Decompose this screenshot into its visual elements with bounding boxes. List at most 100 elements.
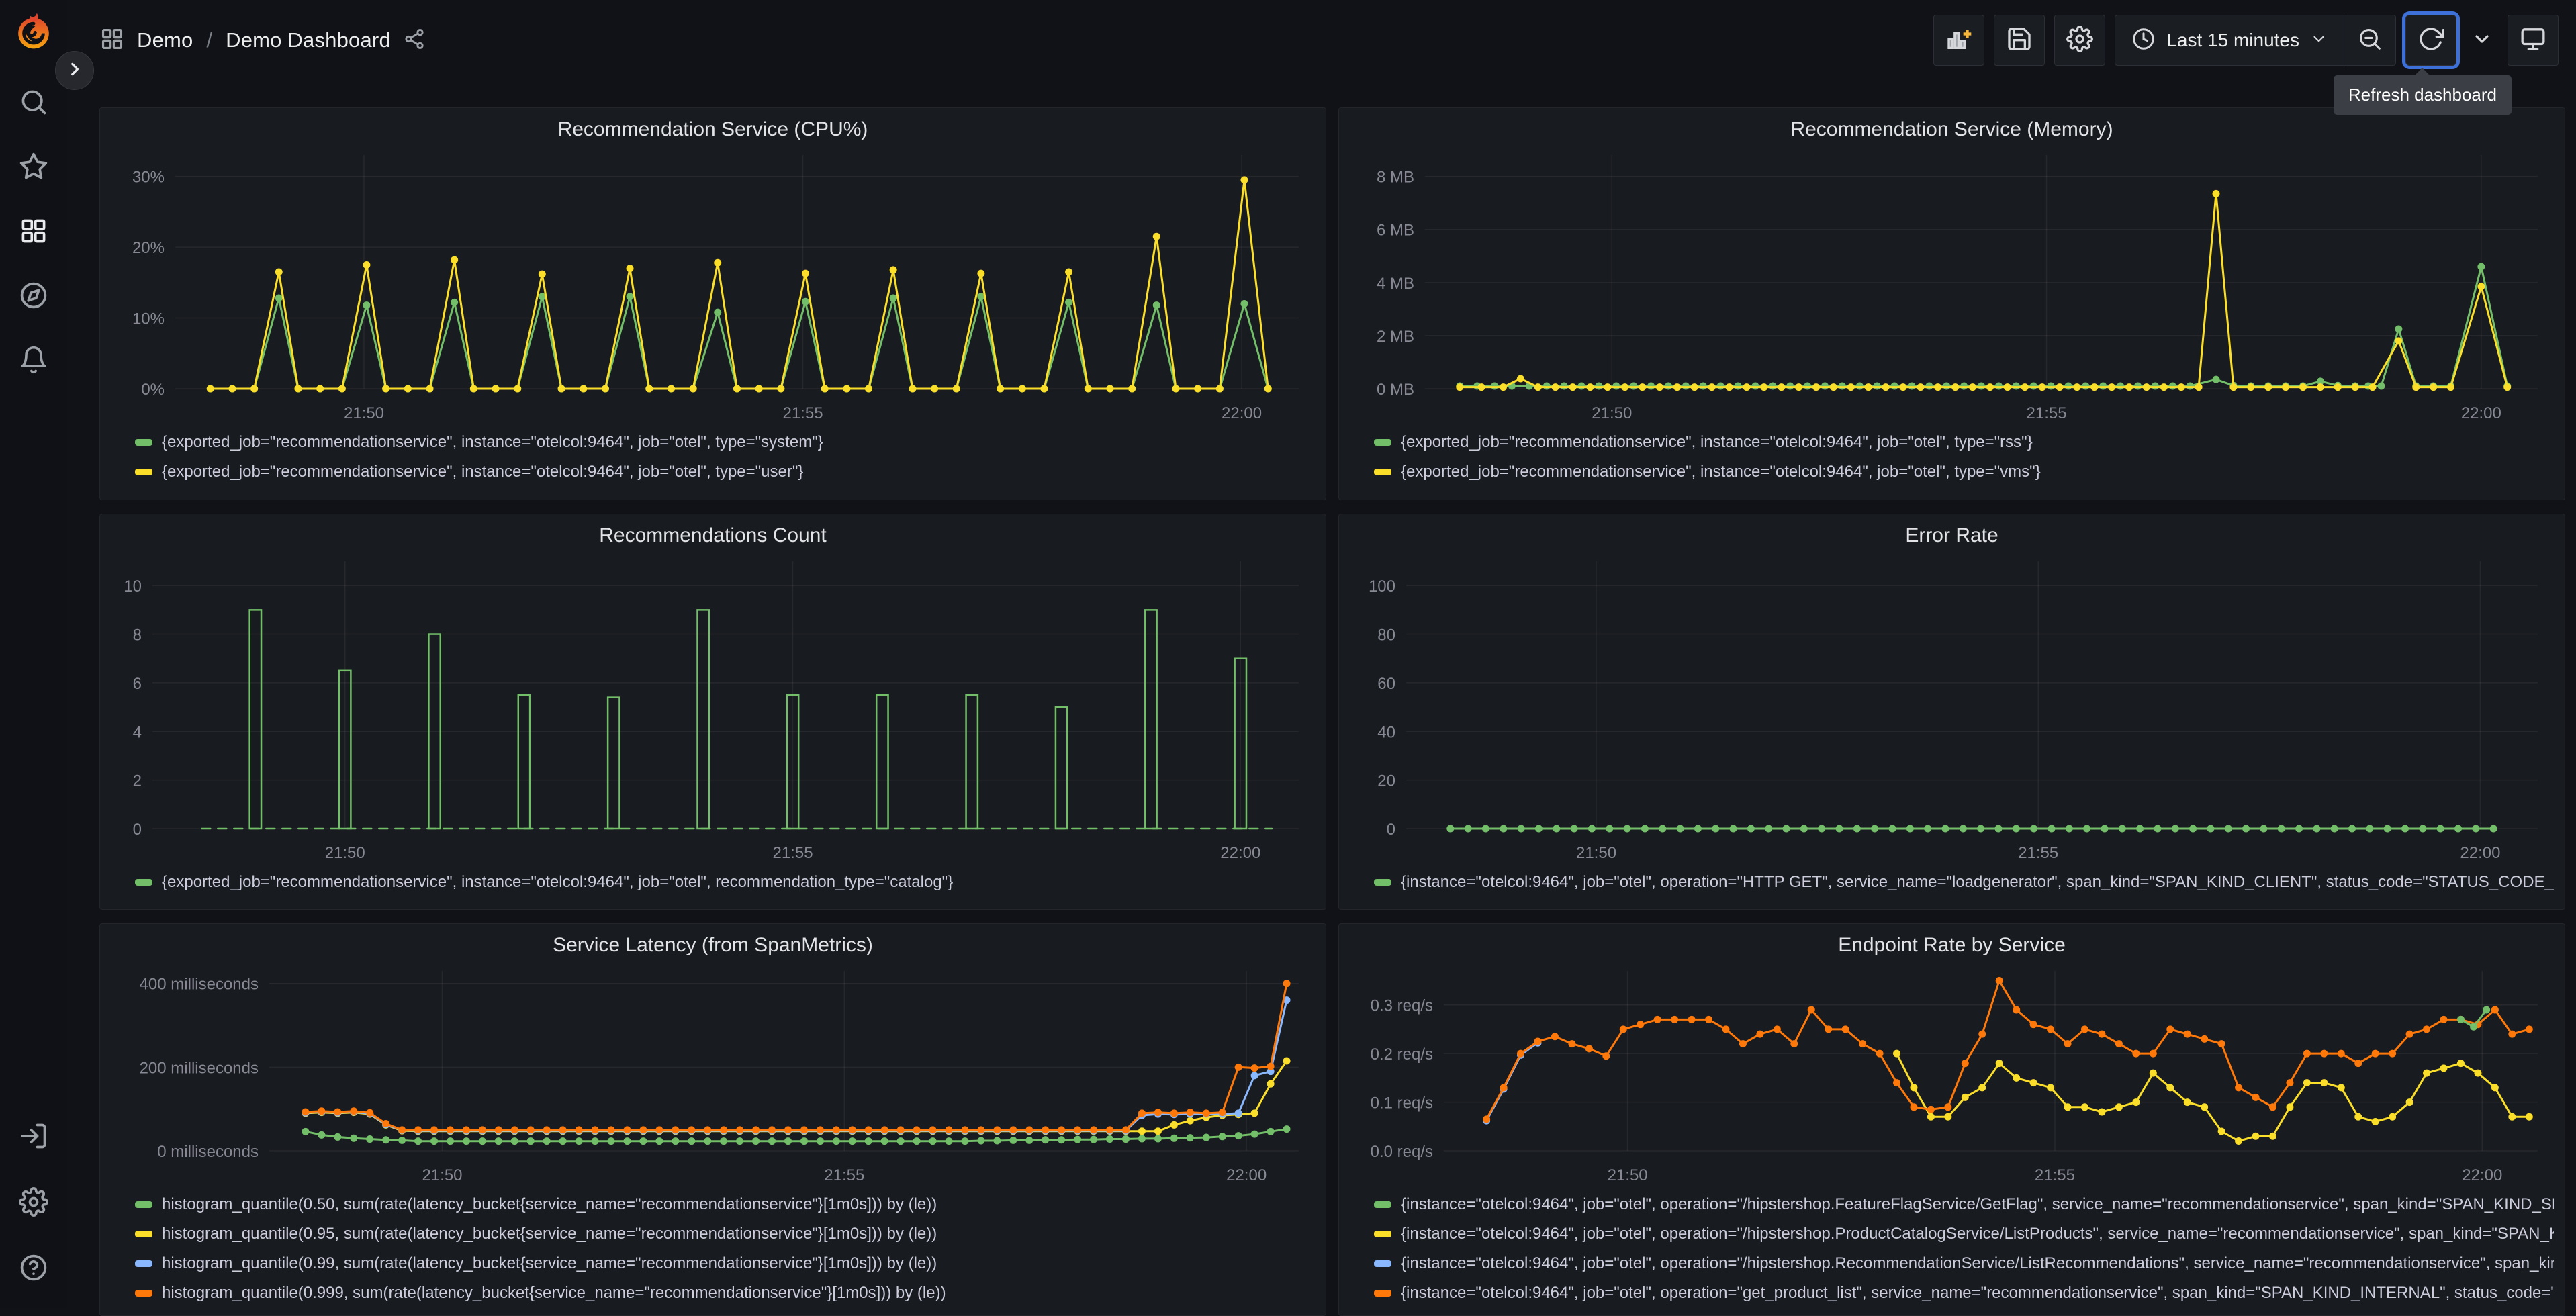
svg-text:2: 2 bbox=[133, 772, 142, 790]
svg-text:4: 4 bbox=[133, 723, 142, 741]
legend-label: {instance="otelcol:9464", job="otel", op… bbox=[1401, 1284, 2554, 1302]
time-range-picker[interactable]: Last 15 minutes bbox=[2115, 15, 2344, 65]
add-panel-button[interactable] bbox=[1933, 15, 1985, 66]
svg-text:21:55: 21:55 bbox=[772, 844, 813, 862]
sidebar-item-search[interactable] bbox=[12, 82, 55, 125]
svg-text:22:00: 22:00 bbox=[2460, 844, 2500, 862]
breadcrumb: Demo / Demo Dashboard bbox=[99, 26, 426, 55]
latency-chart[interactable]: 0 milliseconds 200 milliseconds 400 millis… bbox=[111, 960, 1316, 1188]
grafana-logo-icon[interactable] bbox=[13, 11, 54, 51]
share-icon[interactable] bbox=[403, 28, 426, 54]
sidebar-item-settings[interactable] bbox=[12, 1182, 55, 1225]
legend-swatch bbox=[135, 1201, 152, 1208]
svg-text:40: 40 bbox=[1377, 723, 1395, 741]
legend-item[interactable]: histogram_quantile(0.99, sum(rate(latenc… bbox=[135, 1249, 1315, 1278]
sidebar-item-starred[interactable] bbox=[12, 146, 55, 189]
panel-service-latency: Service Latency (from SpanMetrics) 0 mil… bbox=[99, 923, 1326, 1316]
dashboard-settings-button[interactable] bbox=[2054, 15, 2106, 66]
sign-in-icon bbox=[19, 1121, 48, 1154]
svg-text:0: 0 bbox=[1387, 820, 1395, 839]
svg-text:22:00: 22:00 bbox=[1222, 404, 1262, 422]
sidebar-expand-button[interactable] bbox=[55, 51, 94, 90]
svg-text:4 MB: 4 MB bbox=[1377, 275, 1414, 293]
panel-title[interactable]: Recommendation Service (CPU%) bbox=[111, 115, 1315, 144]
svg-text:0 milliseconds: 0 milliseconds bbox=[157, 1143, 259, 1161]
panel-title[interactable]: Endpoint Rate by Service bbox=[1350, 931, 2554, 960]
sidebar-item-help[interactable] bbox=[12, 1248, 55, 1290]
panel-title[interactable]: Recommendations Count bbox=[111, 521, 1315, 551]
svg-text:21:50: 21:50 bbox=[344, 404, 384, 422]
breadcrumb-folder[interactable]: Demo bbox=[137, 28, 193, 52]
legend-item[interactable]: {instance="otelcol:9464", job="otel", op… bbox=[1374, 1249, 2554, 1278]
legend: {instance="otelcol:9464", job="otel", op… bbox=[1374, 1190, 2554, 1308]
zoom-out-button[interactable] bbox=[2344, 15, 2395, 65]
legend-item[interactable]: {instance="otelcol:9464", job="otel", op… bbox=[1374, 1219, 2554, 1249]
memory-chart[interactable]: 0 MB 2 MB 4 MB 6 MB 8 MB 21:50 21:55 22:00 bbox=[1350, 144, 2555, 426]
sidebar-item-explore[interactable] bbox=[12, 275, 55, 318]
legend: histogram_quantile(0.50, sum(rate(latenc… bbox=[135, 1190, 1315, 1308]
svg-text:0 MB: 0 MB bbox=[1377, 381, 1414, 399]
legend-swatch bbox=[1374, 1290, 1391, 1297]
legend-item[interactable]: {instance="otelcol:9464", job="otel", op… bbox=[1374, 1278, 2554, 1308]
help-icon bbox=[19, 1253, 48, 1286]
legend-item[interactable]: histogram_quantile(0.999, sum(rate(laten… bbox=[135, 1278, 1315, 1308]
legend-item[interactable]: {exported_job="recommendationservice", i… bbox=[135, 457, 1315, 487]
cpu-chart[interactable]: 0% 10% 20% 30% 21:50 21:55 22:00 bbox=[111, 144, 1316, 426]
legend-label: histogram_quantile(0.50, sum(rate(latenc… bbox=[162, 1195, 937, 1213]
legend-label: {exported_job="recommendationservice", i… bbox=[162, 463, 804, 481]
breadcrumb-dashboard[interactable]: Demo Dashboard bbox=[226, 28, 391, 52]
legend-item[interactable]: {exported_job="recommendationservice", i… bbox=[1374, 428, 2554, 457]
compass-icon bbox=[19, 281, 48, 314]
svg-text:20: 20 bbox=[1377, 772, 1395, 790]
panel-title[interactable]: Service Latency (from SpanMetrics) bbox=[111, 931, 1315, 960]
legend-item[interactable]: histogram_quantile(0.50, sum(rate(latenc… bbox=[135, 1190, 1315, 1219]
svg-text:6: 6 bbox=[133, 675, 142, 693]
svg-text:0.3 req/s: 0.3 req/s bbox=[1371, 997, 1433, 1015]
panel-title[interactable]: Recommendation Service (Memory) bbox=[1350, 115, 2554, 144]
svg-text:0%: 0% bbox=[141, 381, 165, 399]
legend-item[interactable]: {instance="otelcol:9464", job="otel", op… bbox=[1374, 1190, 2554, 1219]
dashboards-grid-icon bbox=[19, 216, 48, 249]
refresh-tooltip: Refresh dashboard bbox=[2333, 68, 2512, 115]
legend-item[interactable]: {exported_job="recommendationservice", i… bbox=[1374, 457, 2554, 487]
legend-swatch bbox=[135, 879, 152, 886]
svg-text:21:55: 21:55 bbox=[782, 404, 823, 422]
refresh-interval-dropdown[interactable] bbox=[2466, 15, 2498, 66]
sidebar-item-alerting[interactable] bbox=[12, 340, 55, 383]
legend-item[interactable]: {exported_job="recommendationservice", i… bbox=[135, 428, 1315, 457]
svg-text:21:50: 21:50 bbox=[422, 1166, 462, 1184]
panel-recommendations-count: Recommendations Count 0 2 4 6 8 10 21:50 21:55 2… bbox=[99, 514, 1326, 910]
zoom-out-icon bbox=[2357, 26, 2383, 55]
save-dashboard-button[interactable] bbox=[1994, 15, 2045, 66]
svg-text:21:50: 21:50 bbox=[1576, 844, 1616, 862]
panel-error-rate: Error Rate 0 20 40 60 80 100 21:50 21:55 22:00 {… bbox=[1338, 514, 2565, 910]
legend-label: histogram_quantile(0.99, sum(rate(latenc… bbox=[162, 1254, 937, 1272]
svg-text:8: 8 bbox=[133, 626, 142, 645]
svg-text:21:55: 21:55 bbox=[2018, 844, 2058, 862]
svg-text:21:50: 21:50 bbox=[1592, 404, 1632, 422]
legend: {exported_job="recommendationservice", i… bbox=[135, 428, 1315, 487]
sidebar-item-sign-in[interactable] bbox=[12, 1116, 55, 1159]
svg-text:21:50: 21:50 bbox=[325, 844, 365, 862]
legend-item[interactable]: {exported_job="recommendationservice", i… bbox=[135, 867, 1315, 897]
panel-title[interactable]: Error Rate bbox=[1350, 521, 2554, 551]
legend-label: histogram_quantile(0.999, sum(rate(laten… bbox=[162, 1284, 946, 1302]
legend-label: {instance="otelcol:9464", job="otel", op… bbox=[1401, 1254, 2554, 1272]
svg-text:22:00: 22:00 bbox=[2461, 404, 2501, 422]
dashboard-toolbar: Last 15 minutes bbox=[1933, 15, 2559, 66]
legend-item[interactable]: histogram_quantile(0.95, sum(rate(latenc… bbox=[135, 1219, 1315, 1249]
refresh-button[interactable] bbox=[2405, 15, 2456, 66]
count-chart[interactable]: 0 2 4 6 8 10 21:50 21:55 22:00 bbox=[111, 551, 1316, 866]
svg-text:20%: 20% bbox=[132, 239, 165, 257]
svg-text:0.1 req/s: 0.1 req/s bbox=[1371, 1094, 1433, 1113]
endpoint-rate-chart[interactable]: 0.0 req/s 0.1 req/s 0.2 req/s 0.3 req/s 21:5… bbox=[1350, 960, 2555, 1188]
time-controls: Last 15 minutes bbox=[2115, 15, 2396, 66]
legend-label: histogram_quantile(0.95, sum(rate(latenc… bbox=[162, 1225, 937, 1243]
sidebar-item-dashboards[interactable] bbox=[12, 211, 55, 254]
error-rate-chart[interactable]: 0 20 40 60 80 100 21:50 21:55 22:00 bbox=[1350, 551, 2555, 866]
dashboard-grid-icon bbox=[99, 26, 125, 55]
svg-text:0.2 req/s: 0.2 req/s bbox=[1371, 1045, 1433, 1064]
kiosk-mode-button[interactable] bbox=[2508, 15, 2559, 66]
legend-item[interactable]: {instance="otelcol:9464", job="otel", op… bbox=[1374, 867, 2554, 897]
svg-text:0: 0 bbox=[133, 820, 142, 839]
